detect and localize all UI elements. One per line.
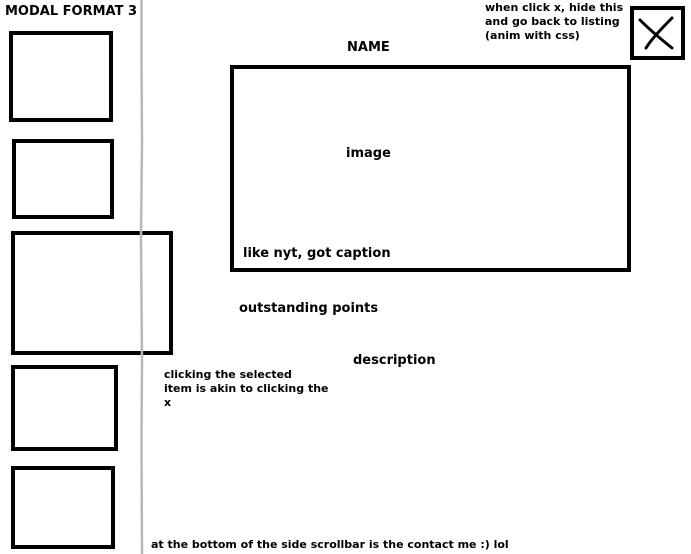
outstanding-points: outstanding points [239,301,379,316]
modal-name-label: NAME [347,40,390,55]
sidebar-note-line: item is akin to clicking the [164,382,329,395]
sidebar-thumbnail-1[interactable] [9,31,113,122]
modal-image [230,65,631,272]
sidebar-thumbnail-5[interactable] [11,466,115,549]
sidebar-selection-note: clicking the selected item is akin to cl… [164,368,329,410]
modal-image-label: image [346,146,391,161]
close-x-icon [638,16,674,50]
close-note-line: and go back to listing [485,15,620,28]
close-button-note: when click x, hide this and go back to l… [485,1,623,43]
contact-note: at the bottom of the side scrollbar is t… [151,538,509,551]
sidebar-thumbnail-2[interactable] [12,139,114,219]
modal-description: description [353,353,436,368]
close-note-line: (anim with css) [485,29,580,42]
close-note-line: when click x, hide this [485,1,624,14]
sidebar-note-line: clicking the selected [164,368,292,381]
wireframe-title: MODAL FORMAT 3 [5,4,138,19]
close-button[interactable] [630,6,685,60]
sidebar-thumbnail-4[interactable] [11,365,118,451]
modal-image-caption: like nyt, got caption [243,246,391,261]
sidebar-note-line: x [164,396,172,409]
sidebar-scrollbar[interactable] [139,0,144,554]
sidebar-thumbnail-selected[interactable] [11,231,173,355]
